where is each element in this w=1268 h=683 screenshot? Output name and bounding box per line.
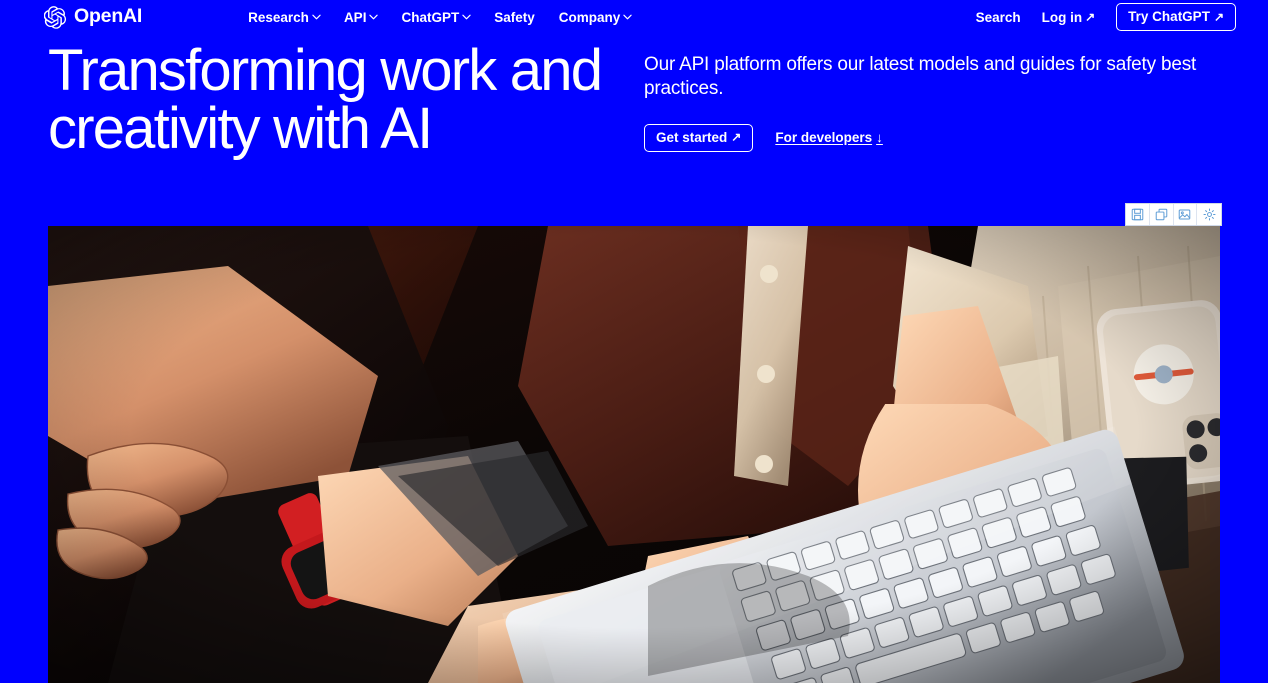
nav-item-company-label: Company: [558, 9, 621, 25]
primary-nav-links: Research API ChatGPT Safety Company: [248, 9, 632, 25]
nav-item-research[interactable]: Research: [248, 9, 321, 25]
image-button[interactable]: [1173, 204, 1198, 225]
login-link[interactable]: Log in ↗: [1042, 10, 1096, 25]
nav-item-api[interactable]: API: [343, 9, 379, 25]
hero-text-column: Transforming work and creativity with AI: [48, 42, 644, 158]
save-button[interactable]: [1126, 204, 1150, 225]
page-title: Transforming work and creativity with AI: [48, 42, 644, 158]
search-label: Search: [975, 9, 1021, 25]
chevron-down-icon: [369, 14, 379, 22]
nav-item-safety[interactable]: Safety: [494, 10, 535, 25]
copy-button[interactable]: [1149, 204, 1174, 225]
login-label: Log in: [1041, 9, 1083, 25]
nav-item-chatgpt[interactable]: ChatGPT: [401, 9, 471, 25]
openai-logo-icon: [43, 5, 67, 29]
get-started-button[interactable]: Get started ↗: [644, 123, 754, 152]
arrow-up-right-icon: ↗: [1085, 10, 1096, 24]
hero-section: Transforming work and creativity with AI…: [0, 42, 1268, 158]
image-icon: [1178, 208, 1191, 221]
nav-item-chatgpt-label: ChatGPT: [401, 9, 460, 25]
nav-item-research-label: Research: [248, 9, 309, 25]
try-chatgpt-button[interactable]: Try ChatGPT ↗: [1116, 3, 1236, 31]
arrow-up-right-icon: ↗: [731, 130, 742, 145]
nav-item-api-label: API: [343, 9, 367, 25]
for-developers-label: For developers: [775, 130, 873, 146]
hero-image: [48, 226, 1220, 683]
copy-duplicate-icon: [1155, 208, 1168, 221]
nav-item-safety-label: Safety: [494, 9, 535, 25]
hero-photo-illustration: [48, 226, 1220, 683]
chevron-down-icon: [623, 14, 632, 22]
get-started-label: Get started: [656, 129, 728, 145]
arrow-down-icon: ↓: [876, 130, 883, 146]
hero-title-line-2: creativity with AI: [48, 96, 433, 161]
search-button[interactable]: Search: [976, 10, 1021, 25]
for-developers-link[interactable]: For developers ↓: [775, 130, 883, 145]
chevron-down-icon: [312, 14, 321, 22]
image-toolbar: [1125, 203, 1222, 226]
hero-title-line-1: Transforming work and: [48, 38, 603, 103]
try-chatgpt-label: Try ChatGPT: [1128, 9, 1210, 24]
brand-name: OpenAI: [74, 5, 143, 28]
nav-item-company[interactable]: Company: [559, 10, 632, 25]
top-navigation-bar: OpenAI Research API ChatGPT Safety Compa…: [0, 0, 1268, 34]
gear-icon: [1203, 208, 1216, 221]
arrow-up-right-icon: ↗: [1213, 9, 1224, 24]
hero-subtitle: Our API platform offers our latest model…: [644, 54, 1197, 100]
hero-cta-column: Our API platform offers our latest model…: [644, 42, 1220, 158]
chevron-down-icon: [462, 14, 471, 22]
settings-button[interactable]: [1197, 204, 1221, 225]
hero-action-row: Get started ↗ For developers ↓: [644, 123, 1220, 152]
brand-logo-link[interactable]: OpenAI: [43, 5, 143, 29]
save-floppy-icon: [1131, 208, 1144, 221]
nav-actions: Search Log in ↗ Try ChatGPT ↗: [976, 3, 1236, 31]
